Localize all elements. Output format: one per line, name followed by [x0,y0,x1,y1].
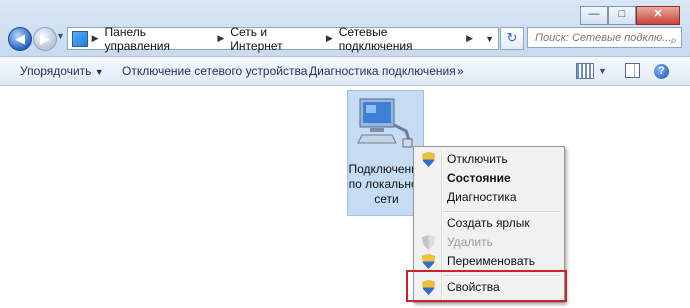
file-list-area[interactable] [0,86,690,308]
chevron-right-icon: ▶ [217,33,225,43]
breadcrumb-control-panel[interactable]: ▶ Панель управления [92,25,212,53]
minimize-button[interactable]: — [580,6,608,25]
menu-item-create-shortcut[interactable]: Создать ярлык [416,214,562,233]
view-icon [576,63,594,79]
more-commands-button[interactable]: » [457,64,464,78]
breadcrumb-network-internet[interactable]: ▶ Сеть и Интернет [217,25,319,53]
arrow-right-icon: ▶ [40,31,50,46]
uac-shield-icon [422,152,435,167]
refresh-icon: ↻ [506,30,518,45]
window-chrome: — □ ✕ ◀ ▶ ▼ ▶ Панель управления ▶ Сеть и И… [0,0,690,57]
search-icon[interactable]: ⌕ [670,30,677,51]
forward-button[interactable]: ▶ [33,27,57,51]
help-button[interactable]: ? [654,63,669,79]
uac-shield-icon [422,235,435,250]
breadcrumb-network-connections[interactable]: ▶ Сетевые подключения ▶ [326,25,479,53]
close-button[interactable]: ✕ [636,6,680,25]
command-bar: Упорядочить ▼ Отключение сетевого устрой… [0,57,690,86]
address-bar[interactable]: ▶ Панель управления ▶ Сеть и Интернет ▶ Сет… [67,25,499,53]
menu-item-disable[interactable]: Отключить [416,150,562,169]
maximize-button[interactable]: □ [608,6,636,25]
address-dropdown-icon[interactable]: ▼ [485,34,494,44]
organize-button[interactable]: Упорядочить ▼ [20,64,104,78]
menu-item-status[interactable]: Состояние [416,169,562,188]
recent-pages-dropdown[interactable]: ▼ [56,31,65,41]
preview-pane-icon [625,63,640,78]
chevron-right-icon: ▶ [91,33,99,43]
disable-device-button[interactable]: Отключение сетевого устройства [122,64,307,78]
chevron-down-icon: ▼ [94,67,104,77]
control-panel-icon [72,30,88,47]
view-dropdown-icon[interactable]: ▼ [598,66,607,76]
diagnose-button[interactable]: Диагностика подключения [309,64,456,78]
properties-highlight-box [406,270,567,302]
chevron-right-icon: ▶ [466,33,474,43]
window-controls: — □ ✕ [580,6,680,25]
uac-shield-icon [422,254,435,269]
network-computer-icon [357,98,413,148]
help-icon: ? [654,64,669,79]
menu-item-diagnostics[interactable]: Диагностика [416,188,562,207]
search-placeholder: Поиск: Сетевые подклю... [535,32,672,44]
back-button[interactable]: ◀ [8,27,32,51]
menu-item-rename[interactable]: Переименовать [416,252,562,271]
menu-separator [444,211,560,213]
chevron-right-icon: ▶ [325,33,333,43]
menu-item-delete[interactable]: Удалить [416,233,562,252]
change-view-button[interactable] [576,63,594,82]
arrow-left-icon: ◀ [15,31,25,46]
search-input[interactable]: Поиск: Сетевые подклю... ⌕ [527,27,682,48]
preview-pane-button[interactable] [625,63,640,81]
refresh-button[interactable]: ↻ [500,27,524,50]
